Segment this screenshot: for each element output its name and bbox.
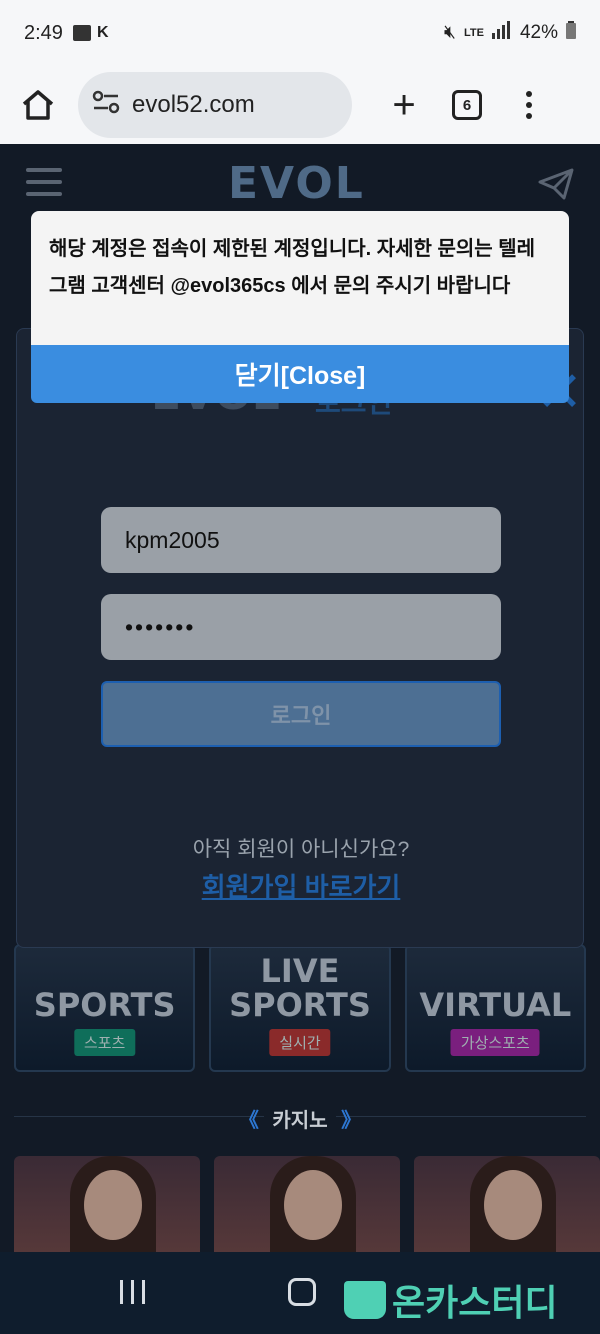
address-bar[interactable]: evol52.com [78, 72, 352, 138]
card-title: SPORTS [33, 986, 176, 1024]
casino-label: 카지노 [264, 1110, 336, 1132]
card-badge: 실시간 [269, 1029, 331, 1056]
system-nav-bar: 온카스터디 [0, 1252, 600, 1334]
category-card-live-sports[interactable]: LIVE SPORTS 실시간 [209, 944, 391, 1072]
browser-toolbar: evol52.com + 6 [0, 66, 600, 144]
signal-icon [491, 21, 512, 45]
signup-link[interactable]: 회원가입 바로가기 [17, 867, 585, 904]
card-title-line2: SPORTS [229, 986, 371, 1024]
home-icon[interactable] [18, 85, 58, 125]
casino-thumbnails [14, 1156, 600, 1252]
watermark: 온카스터디 [344, 1274, 558, 1326]
tab-switcher-button[interactable]: 6 [452, 90, 482, 120]
url-text: evol52.com [132, 91, 255, 118]
login-button[interactable]: 로그인 [101, 681, 501, 747]
site-settings-icon[interactable] [92, 90, 120, 121]
status-notification-icons: K [72, 24, 109, 42]
username-input[interactable]: kpm2005 [101, 507, 501, 573]
not-member-text: 아직 회원이 아니신가요? [192, 838, 410, 861]
login-modal: EVOL 로그인 ✕ kpm2005 ••••••• 로그인 아직 회원이 아니… [16, 328, 584, 948]
category-cards: SPORTS 스포츠 LIVE SPORTS 실시간 VIRTUAL 가상스포츠 [14, 944, 586, 1072]
book-icon [344, 1281, 386, 1319]
status-right: 🔇︎ LTE 42% [444, 21, 576, 45]
new-tab-icon[interactable]: + [384, 83, 424, 128]
status-time: 2:49 [24, 21, 63, 44]
recent-apps-icon[interactable] [120, 1280, 145, 1304]
password-input[interactable]: ••••••• [101, 594, 501, 660]
home-button-icon[interactable] [288, 1278, 316, 1306]
casino-section-title: 《 카지노 》 [0, 1104, 600, 1133]
card-badge: 스포츠 [73, 1029, 136, 1056]
battery-percent: 42% [519, 22, 558, 43]
watermark-text: 온카스터디 [392, 1282, 558, 1323]
card-title-line1: LIVE [260, 952, 340, 990]
card-badge: 가상스포츠 [450, 1029, 540, 1056]
notification-icon: K [96, 24, 109, 41]
status-bar: 2:49 K 🔇︎ LTE 42% [0, 0, 600, 66]
chevron-left-icon: 《 [238, 1110, 259, 1132]
category-card-sports[interactable]: SPORTS 스포츠 [14, 944, 196, 1072]
lte-label: LTE [464, 27, 484, 39]
site-logo[interactable]: EVOL [228, 158, 365, 209]
chevron-right-icon: 》 [341, 1110, 362, 1132]
casino-thumbnail[interactable] [14, 1156, 200, 1252]
card-title: VIRTUAL [419, 986, 572, 1024]
alert-close-button[interactable]: 닫기[Close] [31, 345, 569, 403]
battery-icon [566, 21, 576, 45]
more-menu-icon[interactable] [526, 91, 532, 119]
alert-message: 해당 계정은 접속이 제한된 계정입니다. 자세한 문의는 텔레그램 고객센터 … [31, 211, 569, 345]
hamburger-menu-icon[interactable] [26, 168, 62, 204]
category-card-virtual[interactable]: VIRTUAL 가상스포츠 [404, 944, 586, 1072]
mute-icon: 🔇︎ [444, 22, 456, 43]
casino-thumbnail[interactable] [214, 1156, 400, 1252]
casino-thumbnail[interactable] [414, 1156, 600, 1252]
gallery-icon [72, 25, 91, 41]
telegram-icon[interactable] [538, 168, 574, 205]
